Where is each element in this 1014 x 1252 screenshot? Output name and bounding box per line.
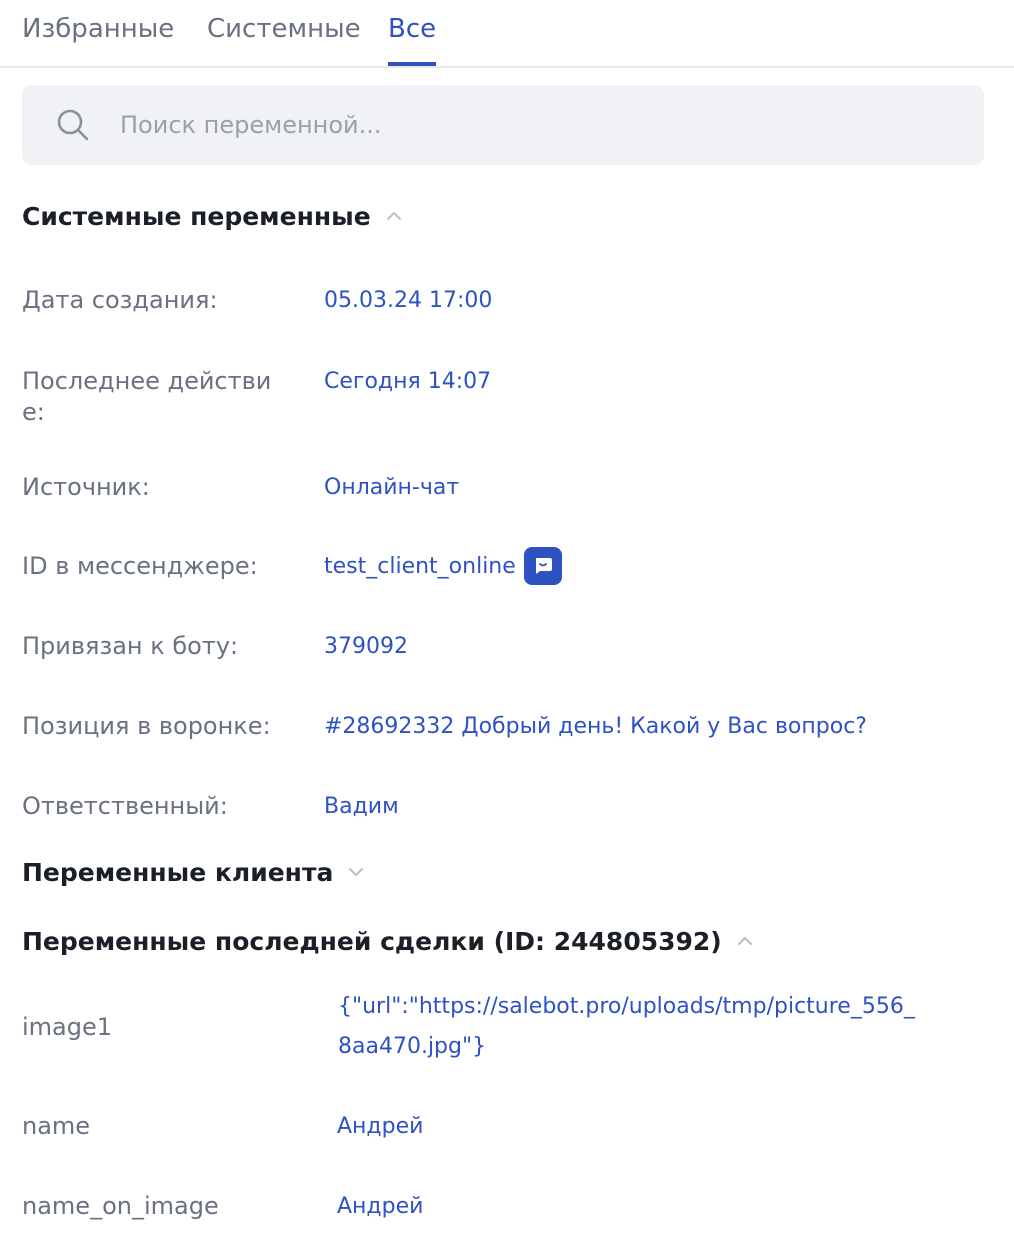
row-label-image1: image1	[22, 1013, 113, 1041]
section-title: Системные переменные	[22, 201, 371, 231]
section-client-variables[interactable]: Переменные клиента	[22, 852, 365, 892]
messenger-chat-button[interactable]	[524, 547, 562, 585]
search-box	[22, 85, 984, 165]
tab-system[interactable]: Системные	[207, 12, 361, 46]
row-value-name[interactable]: Андрей	[337, 1111, 423, 1142]
row-value-messenger-id[interactable]: test_client_online	[324, 551, 516, 582]
row-label-messenger-id: ID в мессенджере:	[22, 552, 258, 580]
section-title: Переменные последней сделки (ID: 2448053…	[22, 926, 722, 956]
section-deal-variables[interactable]: Переменные последней сделки (ID: 2448053…	[22, 921, 754, 961]
variables-panel: Избранные Системные Все Системные переме…	[0, 0, 1014, 1252]
search-icon	[57, 109, 89, 141]
row-value-last-action[interactable]: Сегодня 14:07	[324, 366, 491, 397]
row-value-name-on-image[interactable]: Андрей	[337, 1191, 423, 1222]
tab-all[interactable]: Все	[388, 12, 436, 46]
chevron-down-icon	[349, 868, 364, 876]
row-value-image1[interactable]: {"url":"https://salebot.pro/uploads/tmp/…	[338, 987, 928, 1067]
section-title: Переменные клиента	[22, 857, 334, 887]
active-tab-indicator	[388, 62, 436, 66]
row-value-funnel-position[interactable]: #28692332 Добрый день! Какой у Вас вопро…	[324, 711, 867, 742]
chat-bubble-icon	[536, 558, 552, 574]
row-label-created: Дата создания:	[22, 286, 218, 314]
row-value-responsible[interactable]: Вадим	[324, 791, 399, 822]
row-label-source: Источник:	[22, 473, 150, 501]
row-value-created[interactable]: 05.03.24 17:00	[324, 285, 492, 316]
row-label-responsible: Ответственный:	[22, 792, 228, 820]
chevron-up-icon	[386, 212, 401, 220]
row-label-funnel-position: Позиция в воронке:	[22, 712, 271, 740]
tab-favorites[interactable]: Избранные	[22, 12, 174, 46]
tab-bar: Избранные Системные Все	[0, 0, 1014, 68]
chevron-up-icon	[737, 937, 752, 945]
row-label-last-action: Последнее действие:	[22, 367, 272, 426]
row-label-bot: Привязан к боту:	[22, 632, 239, 660]
row-label-name: name	[22, 1112, 91, 1140]
row-label-name-on-image: name_on_image	[22, 1192, 219, 1220]
section-system-variables[interactable]: Системные переменные	[22, 196, 403, 236]
search-input[interactable]	[120, 103, 940, 147]
row-value-source[interactable]: Онлайн-чат	[324, 472, 459, 503]
row-value-bot[interactable]: 379092	[324, 631, 408, 662]
